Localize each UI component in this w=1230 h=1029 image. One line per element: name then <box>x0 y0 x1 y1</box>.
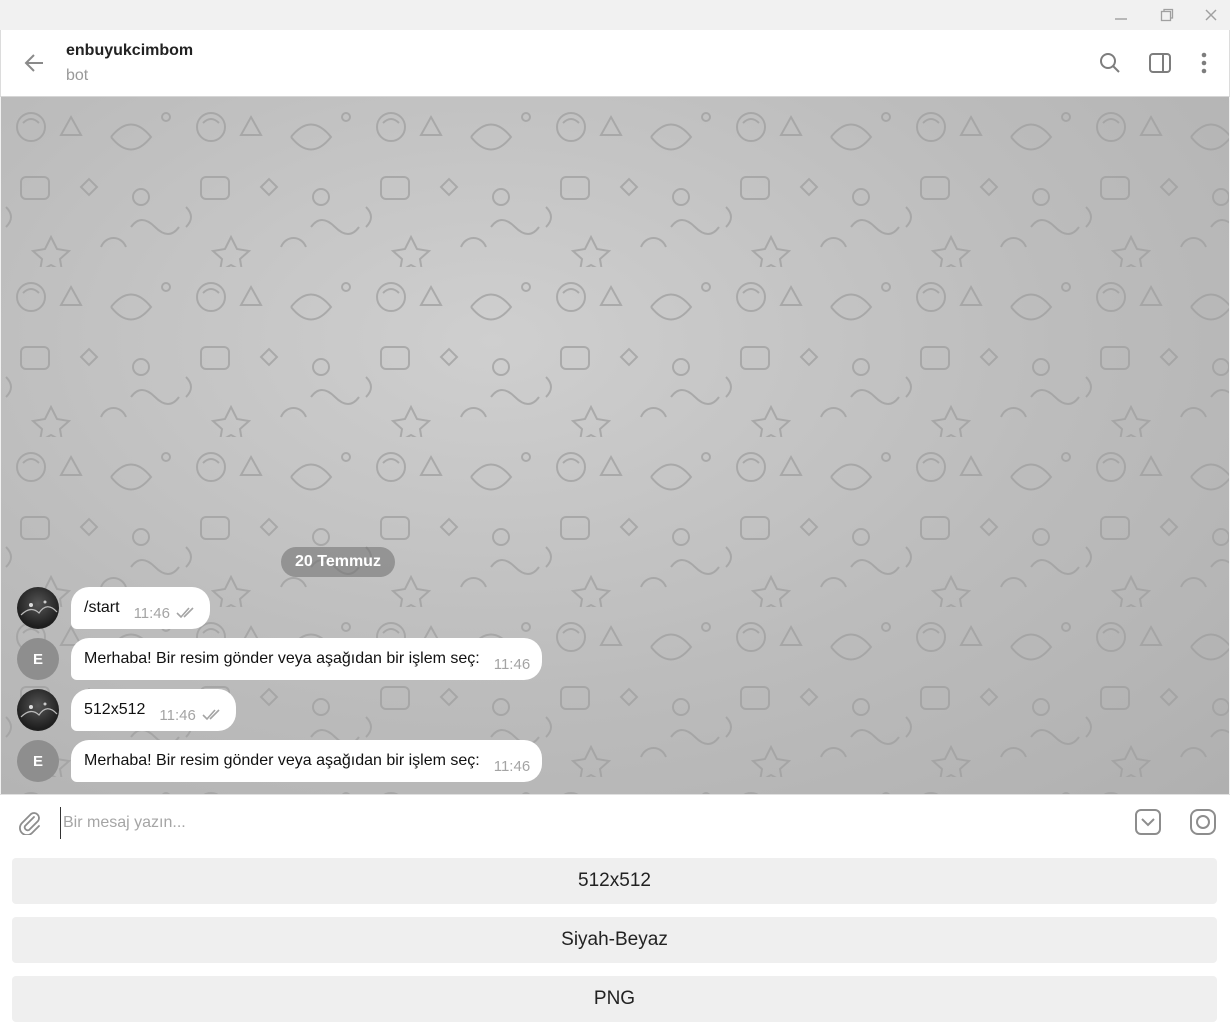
camera-icon[interactable] <box>1188 807 1218 837</box>
message-text: Merhaba! Bir resim gönder veya aşağıdan … <box>84 752 480 769</box>
message-text: 512x512 <box>84 701 146 718</box>
message-time: 11:46 <box>493 655 531 673</box>
minimize-icon[interactable] <box>1110 4 1132 26</box>
user-avatar[interactable] <box>17 689 59 731</box>
message-row: E Merhaba! Bir resim gönder veya aşağıda… <box>17 638 543 680</box>
chat-history[interactable]: 20 Temmuz /start 11:46 E Merhaba! Bir re… <box>1 97 1229 794</box>
chat-status: bot <box>66 67 89 84</box>
message-time: 11:46 <box>159 706 196 724</box>
message-bubble[interactable]: Merhaba! Bir resim gönder veya aşağıdan … <box>71 740 543 782</box>
more-vertical-icon[interactable] <box>1191 50 1217 76</box>
sidebar-toggle-icon[interactable] <box>1147 50 1173 76</box>
message-row: E Merhaba! Bir resim gönder veya aşağıda… <box>17 740 543 782</box>
message-bubble[interactable]: 512x512 11:46 <box>71 689 236 731</box>
reply-keyboard: 512x512 Siyah-Beyaz PNG <box>0 850 1230 1029</box>
user-avatar[interactable] <box>17 587 59 629</box>
restore-icon[interactable] <box>1156 4 1178 26</box>
message-text: Merhaba! Bir resim gönder veya aşağıdan … <box>84 650 480 667</box>
read-checkmarks-icon <box>202 709 224 721</box>
search-icon[interactable] <box>1097 50 1123 76</box>
message-text: /start <box>84 599 120 616</box>
message-input[interactable] <box>60 807 1105 839</box>
read-checkmarks-icon <box>176 607 198 619</box>
window-titlebar <box>0 0 1230 30</box>
bot-avatar[interactable]: E <box>17 740 59 782</box>
chat-header: enbuyukcimbom bot <box>0 30 1230 97</box>
message-time: 11:46 <box>133 604 170 622</box>
message-composer <box>0 794 1230 850</box>
bot-avatar[interactable]: E <box>17 638 59 680</box>
message-time: 11:46 <box>493 757 531 775</box>
keyboard-button-png[interactable]: PNG <box>12 976 1217 1022</box>
message-bubble[interactable]: Merhaba! Bir resim gönder veya aşağıdan … <box>71 638 543 680</box>
paperclip-icon[interactable] <box>14 807 44 837</box>
bot-keyboard-toggle-icon[interactable] <box>1133 807 1163 837</box>
chat-title[interactable]: enbuyukcimbom <box>66 42 193 60</box>
message-row: /start 11:46 <box>17 587 210 629</box>
date-separator: 20 Temmuz <box>281 547 395 577</box>
message-bubble[interactable]: /start 11:46 <box>71 587 210 629</box>
close-icon[interactable] <box>1200 4 1222 26</box>
message-row: 512x512 11:46 <box>17 689 236 731</box>
keyboard-button-siyah-beyaz[interactable]: Siyah-Beyaz <box>12 917 1217 963</box>
back-arrow-icon[interactable] <box>19 48 49 78</box>
keyboard-button-512x512[interactable]: 512x512 <box>12 858 1217 904</box>
